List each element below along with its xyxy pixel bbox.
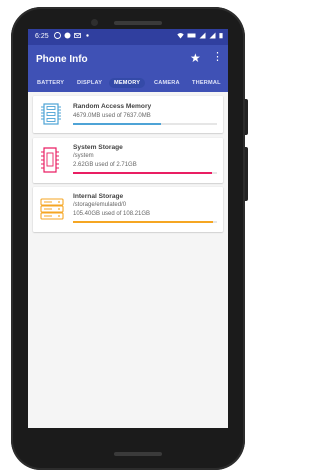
card-title: Random Access Memory [73, 103, 152, 110]
front-camera [91, 19, 98, 26]
memory-card-internal[interactable]: Internal Storage /storage/emulated/0 105… [33, 187, 223, 232]
usage-bar [73, 172, 217, 174]
status-bar: 6:25 [28, 29, 228, 45]
card-title: System Storage [73, 144, 123, 151]
app-bar: Phone Info ★ ⋮ [28, 45, 228, 75]
tab-battery[interactable]: BATTERY [37, 80, 64, 86]
card-usage: 2.62GB used of 2.71GB [73, 162, 137, 168]
power-button [245, 99, 248, 135]
card-path: /system [73, 153, 94, 159]
tab-bar: BATTERY DISPLAY MEMORY CAMERA THERMAL [28, 75, 228, 92]
signal-icon-2 [209, 32, 216, 39]
usage-bar-fill [73, 221, 214, 223]
screen: 6:25 Phone Info ★ ⋮ BATTERY DISPLAY MEMO… [28, 29, 228, 428]
usage-bar [73, 123, 217, 125]
star-icon[interactable]: ★ [190, 51, 201, 65]
tab-thermal[interactable]: THERMAL [192, 80, 221, 86]
ram-icon [41, 103, 61, 125]
card-usage: 105.40GB used of 108.21GB [73, 211, 151, 217]
wifi-icon [177, 33, 184, 39]
card-title: Internal Storage [73, 193, 124, 200]
dot-icon [86, 34, 89, 37]
mail-icon [74, 33, 81, 38]
card-path: /storage/emulated/0 [73, 202, 127, 208]
signal-icon [199, 32, 206, 39]
usage-bar [73, 221, 217, 223]
messenger-icon [64, 32, 71, 39]
memory-card-ram[interactable]: Random Access Memory 4679.0MB used of 76… [33, 96, 223, 133]
storage-drive-icon [40, 198, 64, 220]
top-speaker [114, 21, 162, 25]
card-usage: 4679.0MB used of 7637.0MB [73, 113, 151, 119]
usage-bar-fill [73, 123, 162, 125]
volume-button [245, 147, 248, 201]
tab-memory[interactable]: MEMORY [109, 78, 146, 88]
tab-display[interactable]: DISPLAY [77, 80, 102, 86]
notification-icon [54, 32, 61, 39]
data-icon [187, 33, 196, 38]
more-options-icon[interactable]: ⋮ [212, 52, 223, 63]
memory-card-system[interactable]: System Storage /system 2.62GB used of 2.… [33, 138, 223, 183]
sd-card-icon [41, 147, 59, 173]
bottom-speaker [114, 452, 162, 456]
status-time: 6:25 [35, 33, 49, 40]
usage-bar-fill [73, 172, 213, 174]
page-title: Phone Info [36, 54, 88, 65]
tab-camera[interactable]: CAMERA [154, 80, 180, 86]
battery-icon [219, 33, 223, 39]
